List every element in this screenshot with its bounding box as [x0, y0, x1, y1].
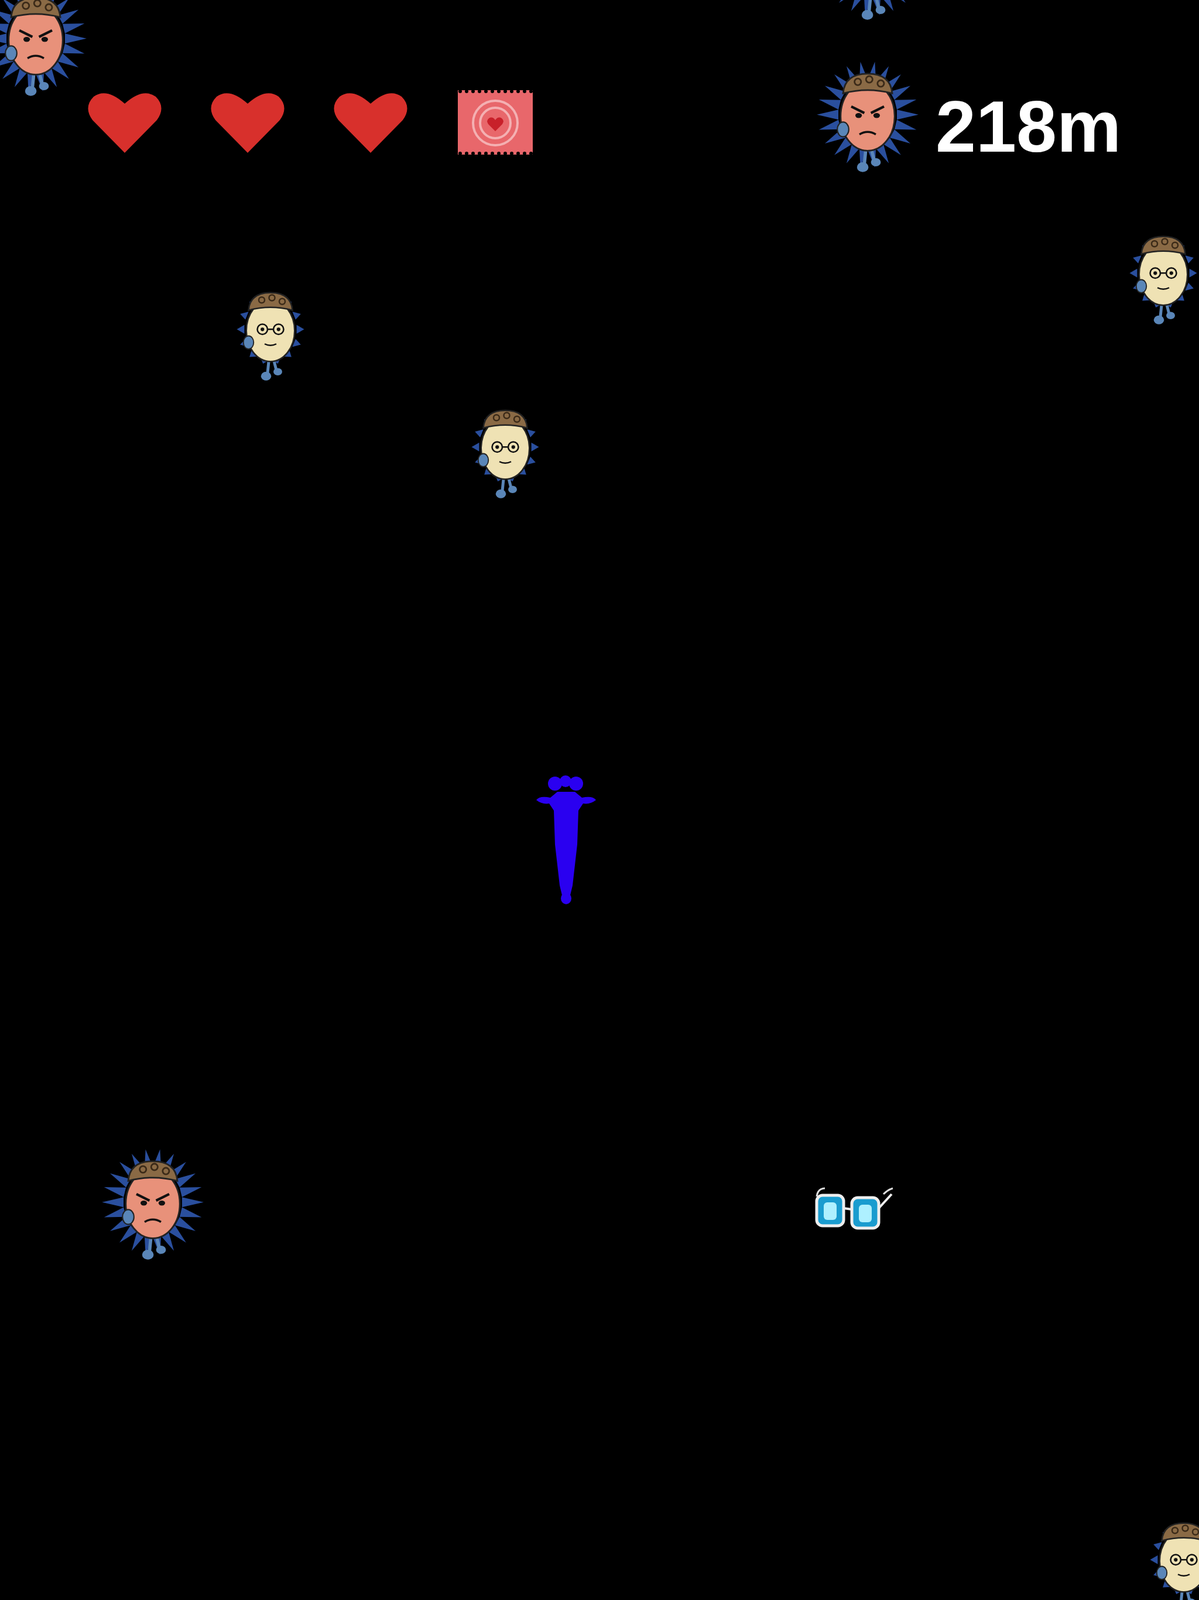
- player-icon[interactable]: [525, 773, 608, 909]
- heart-icon: [209, 89, 286, 156]
- angry-enemy-icon: [0, 0, 95, 105]
- distance-counter: 218m: [930, 86, 1126, 167]
- calm-enemy-icon: [461, 390, 550, 510]
- calm-enemy-icon: [226, 272, 315, 393]
- glasses-icon[interactable]: [813, 1184, 896, 1234]
- angry-enemy-icon: [813, 0, 931, 29]
- calm-enemy-icon: [1139, 1502, 1199, 1600]
- calm-enemy-icon: [1119, 216, 1199, 337]
- angry-enemy-icon: [809, 55, 927, 181]
- heart-icon: [86, 89, 163, 156]
- powerup-stamp-icon: [455, 87, 536, 157]
- angry-enemy-icon: [94, 1142, 212, 1269]
- game-stage: [0, 0, 1199, 1600]
- heart-icon: [332, 89, 409, 156]
